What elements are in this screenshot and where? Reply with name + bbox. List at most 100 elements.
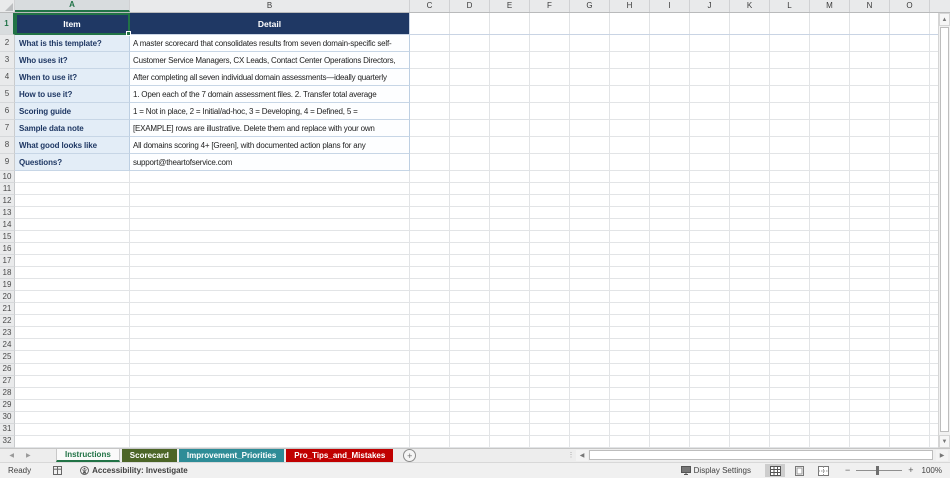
cell-item-a31[interactable] (15, 423, 130, 436)
empty-cells-region[interactable] (410, 387, 938, 400)
row-header-7[interactable]: 7 (0, 120, 15, 137)
cell-item-a20[interactable] (15, 291, 130, 304)
cell-item-a25[interactable] (15, 351, 130, 364)
zoom-slider-thumb[interactable] (876, 466, 880, 475)
cell-detail-b28[interactable] (130, 387, 410, 400)
row-header-2[interactable]: 2 (0, 35, 15, 52)
vertical-scrollbar-thumb[interactable] (940, 27, 949, 432)
scrollbar-splitter-handle[interactable]: ⋮ (566, 451, 576, 459)
cell-detail-b22[interactable] (130, 315, 410, 328)
row-header-3[interactable]: 3 (0, 52, 15, 69)
row-header-10[interactable]: 10 (0, 171, 15, 184)
cell-item-a6[interactable]: Scoring guide (15, 103, 130, 120)
cell-item-a13[interactable] (15, 207, 130, 220)
accessibility-status[interactable]: Accessibility: Investigate (80, 466, 188, 475)
row-header-20[interactable]: 20 (0, 291, 15, 304)
cell-item-a9[interactable]: Questions? (15, 154, 130, 171)
cell-item-a19[interactable] (15, 279, 130, 292)
empty-cells-region[interactable] (410, 231, 938, 244)
empty-cells-region[interactable] (410, 154, 938, 171)
vertical-scrollbar[interactable]: ▲ ▼ (938, 13, 950, 448)
cell-item-a18[interactable] (15, 267, 130, 280)
row-header-14[interactable]: 14 (0, 219, 15, 232)
empty-cells-region[interactable] (410, 435, 938, 448)
selection-fill-handle[interactable] (126, 31, 131, 36)
cell-detail-b3[interactable]: Customer Service Managers, CX Leads, Con… (130, 52, 410, 69)
cell-item-a15[interactable] (15, 231, 130, 244)
cell-item-a11[interactable] (15, 183, 130, 196)
cell-item-a16[interactable] (15, 243, 130, 256)
empty-cells-region[interactable] (410, 399, 938, 412)
cell-item-a2[interactable]: What is this template? (15, 35, 130, 52)
horizontal-scrollbar[interactable]: ⋮ ◀ ▶ (566, 449, 948, 461)
cell-detail-b13[interactable] (130, 207, 410, 220)
row-header-23[interactable]: 23 (0, 327, 15, 340)
row-header-4[interactable]: 4 (0, 69, 15, 86)
cell-detail-b16[interactable] (130, 243, 410, 256)
empty-cells-region[interactable] (410, 207, 938, 220)
row-header-19[interactable]: 19 (0, 279, 15, 292)
empty-cells-region[interactable] (410, 315, 938, 328)
empty-cells-region[interactable] (410, 327, 938, 340)
scroll-left-button[interactable]: ◀ (576, 449, 588, 461)
cell-item-a27[interactable] (15, 375, 130, 388)
zoom-level-label[interactable]: 100% (922, 466, 942, 475)
row-header-15[interactable]: 15 (0, 231, 15, 244)
cell-detail-b23[interactable] (130, 327, 410, 340)
cell-item-a22[interactable] (15, 315, 130, 328)
sheet-tab-scorecard[interactable]: Scorecard (121, 449, 177, 462)
sheet-tab-pro_tips_and_mistakes[interactable]: Pro_Tips_and_Mistakes (286, 449, 394, 462)
cell-detail-b10[interactable] (130, 171, 410, 184)
cell-detail-b17[interactable] (130, 255, 410, 268)
cell-detail-b32[interactable] (130, 435, 410, 448)
zoom-out-button[interactable]: − (845, 466, 850, 475)
cell-detail-b18[interactable] (130, 267, 410, 280)
cell-item-a32[interactable] (15, 435, 130, 448)
display-settings-button[interactable]: Display Settings (680, 466, 751, 475)
cell-item-a28[interactable] (15, 387, 130, 400)
empty-cells-region[interactable] (410, 351, 938, 364)
cell-item-a21[interactable] (15, 303, 130, 316)
empty-cells-region[interactable] (410, 86, 938, 103)
cell-detail-b29[interactable] (130, 399, 410, 412)
column-header-H[interactable]: H (610, 0, 650, 12)
cell-item-a23[interactable] (15, 327, 130, 340)
row-header-5[interactable]: 5 (0, 86, 15, 103)
row-header-11[interactable]: 11 (0, 183, 15, 196)
column-header-G[interactable]: G (570, 0, 610, 12)
page-break-view-button[interactable] (813, 464, 833, 477)
page-layout-view-button[interactable] (789, 464, 809, 477)
column-header-L[interactable]: L (770, 0, 810, 12)
empty-cells-region[interactable] (410, 339, 938, 352)
column-header-O[interactable]: O (890, 0, 930, 12)
row-header-1[interactable]: 1 (0, 13, 15, 35)
cell-detail-b21[interactable] (130, 303, 410, 316)
cell-item-a10[interactable] (15, 171, 130, 184)
empty-cells-region[interactable] (410, 171, 938, 184)
row-header-13[interactable]: 13 (0, 207, 15, 220)
column-header-D[interactable]: D (450, 0, 490, 12)
cell-detail-b26[interactable] (130, 363, 410, 376)
empty-cells-region[interactable] (410, 291, 938, 304)
empty-cells-region[interactable] (410, 423, 938, 436)
row-header-26[interactable]: 26 (0, 363, 15, 376)
empty-cells-region[interactable] (410, 13, 938, 35)
empty-cells-region[interactable] (410, 120, 938, 137)
row-header-28[interactable]: 28 (0, 387, 15, 400)
cell-detail-b5[interactable]: 1. Open each of the 7 domain assessment … (130, 86, 410, 103)
column-header-B[interactable]: B (130, 0, 410, 12)
row-header-6[interactable]: 6 (0, 103, 15, 120)
cell-item-a14[interactable] (15, 219, 130, 232)
cell-b1[interactable]: Detail (130, 13, 410, 35)
column-header-M[interactable]: M (810, 0, 850, 12)
cell-item-a17[interactable] (15, 255, 130, 268)
cell-detail-b6[interactable]: 1 = Not in place, 2 = Initial/ad-hoc, 3 … (130, 103, 410, 120)
cell-a1-selected[interactable]: Item (15, 13, 131, 36)
cell-detail-b4[interactable]: After completing all seven individual do… (130, 69, 410, 86)
row-header-29[interactable]: 29 (0, 399, 15, 412)
cell-item-a4[interactable]: When to use it? (15, 69, 130, 86)
cell-item-a26[interactable] (15, 363, 130, 376)
cell-detail-b8[interactable]: All domains scoring 4+ [Green], with doc… (130, 137, 410, 154)
cell-item-a12[interactable] (15, 195, 130, 208)
zoom-in-button[interactable]: + (908, 466, 913, 475)
